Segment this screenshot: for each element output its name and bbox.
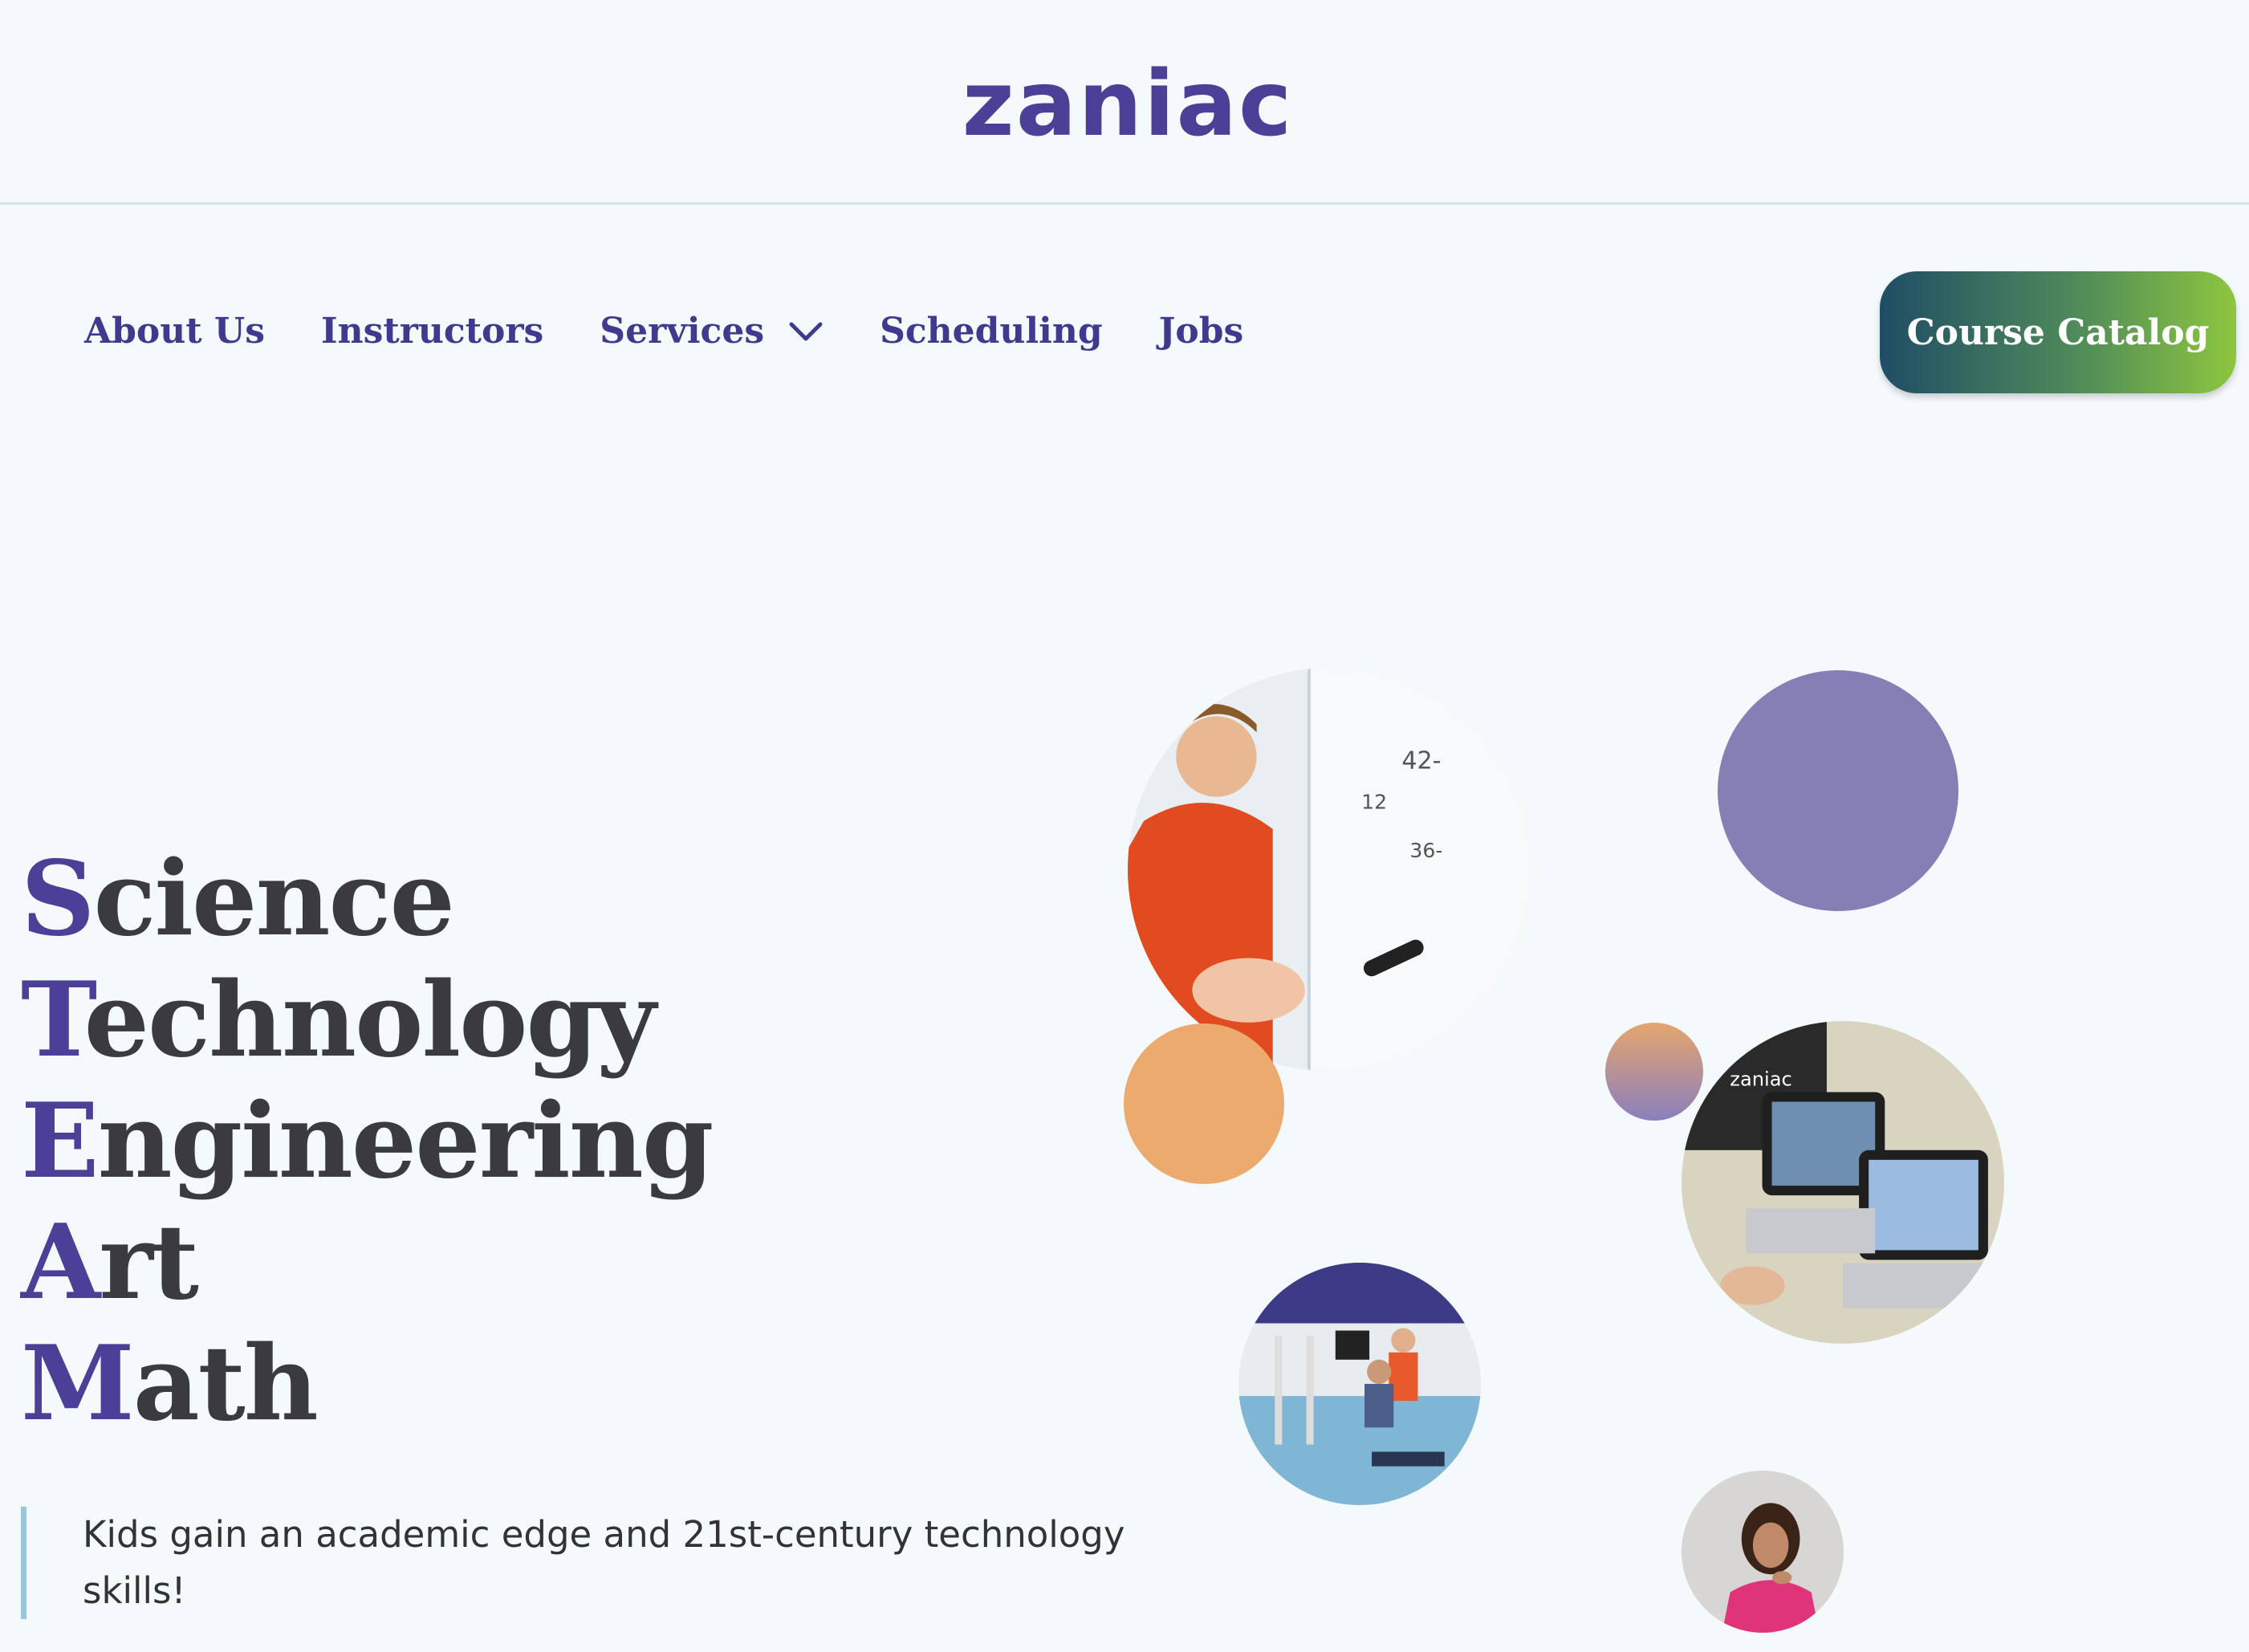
stem-rest: cience <box>93 839 454 959</box>
nav-services[interactable]: Services <box>600 311 824 352</box>
stem-rest: echnology <box>83 960 657 1080</box>
stem-line-science: Science <box>21 839 712 960</box>
hero-tagline: Kids gain an academic edge and 21st-cent… <box>21 1507 1129 1619</box>
course-catalog-button[interactable]: Course Catalog <box>1880 271 2236 393</box>
site-header: zaniac <box>0 0 2249 205</box>
photo-girl <box>1682 1471 1844 1633</box>
stem-heading: Science Technology Engineering Art Math <box>21 839 714 1445</box>
stem-line-art: Art <box>21 1202 712 1324</box>
nav-jobs[interactable]: Jobs <box>1159 311 1244 352</box>
decor-circle-orange <box>1124 1023 1284 1184</box>
nav-jobs-label: Jobs <box>1158 310 1244 352</box>
stem-rest: ngineering <box>97 1081 714 1202</box>
photo-laptops: zaniac <box>1682 1021 2004 1344</box>
zaniac-logo[interactable]: zaniac <box>962 48 1292 161</box>
course-catalog-label: Course Catalog <box>1906 311 2210 353</box>
nav-about-us-label: About Us <box>84 310 266 352</box>
photo-boy-whiteboard: 42- 12 36- <box>1128 668 1531 1071</box>
logo-wordmark: zaniac <box>962 52 1294 157</box>
stem-rest: rt <box>99 1202 199 1323</box>
svg-text:zaniac: zaniac <box>1730 1068 1791 1090</box>
svg-text:36-: 36- <box>1409 839 1442 862</box>
main-nav: About Us Instructors Services Scheduling… <box>84 299 1299 363</box>
stem-initial: M <box>21 1324 135 1444</box>
stem-rest: ath <box>132 1324 319 1444</box>
stem-initial: A <box>21 1202 100 1323</box>
stem-line-technology: Technology <box>21 960 712 1081</box>
stem-initial: E <box>21 1081 100 1202</box>
stem-line-engineering: Engineering <box>21 1081 714 1202</box>
stem-initial: T <box>21 960 86 1080</box>
chevron-down-icon[interactable] <box>788 313 824 348</box>
photo-classroom <box>1238 1263 1481 1505</box>
svg-text:12: 12 <box>1361 791 1387 814</box>
stem-line-math: Math <box>21 1324 712 1445</box>
nav-services-label: Services <box>600 310 765 352</box>
svg-text:42-: 42- <box>1401 747 1441 775</box>
nav-instructors-label: Instructors <box>321 310 544 352</box>
nav-instructors[interactable]: Instructors <box>321 311 543 352</box>
nav-scheduling-label: Scheduling <box>880 310 1103 352</box>
decor-circle-gradient-small <box>1605 1023 1703 1121</box>
nav-about-us[interactable]: About Us <box>84 311 265 352</box>
decor-circle-purple-large <box>1718 670 1958 911</box>
nav-scheduling[interactable]: Scheduling <box>880 311 1103 352</box>
stem-initial: S <box>21 839 95 959</box>
